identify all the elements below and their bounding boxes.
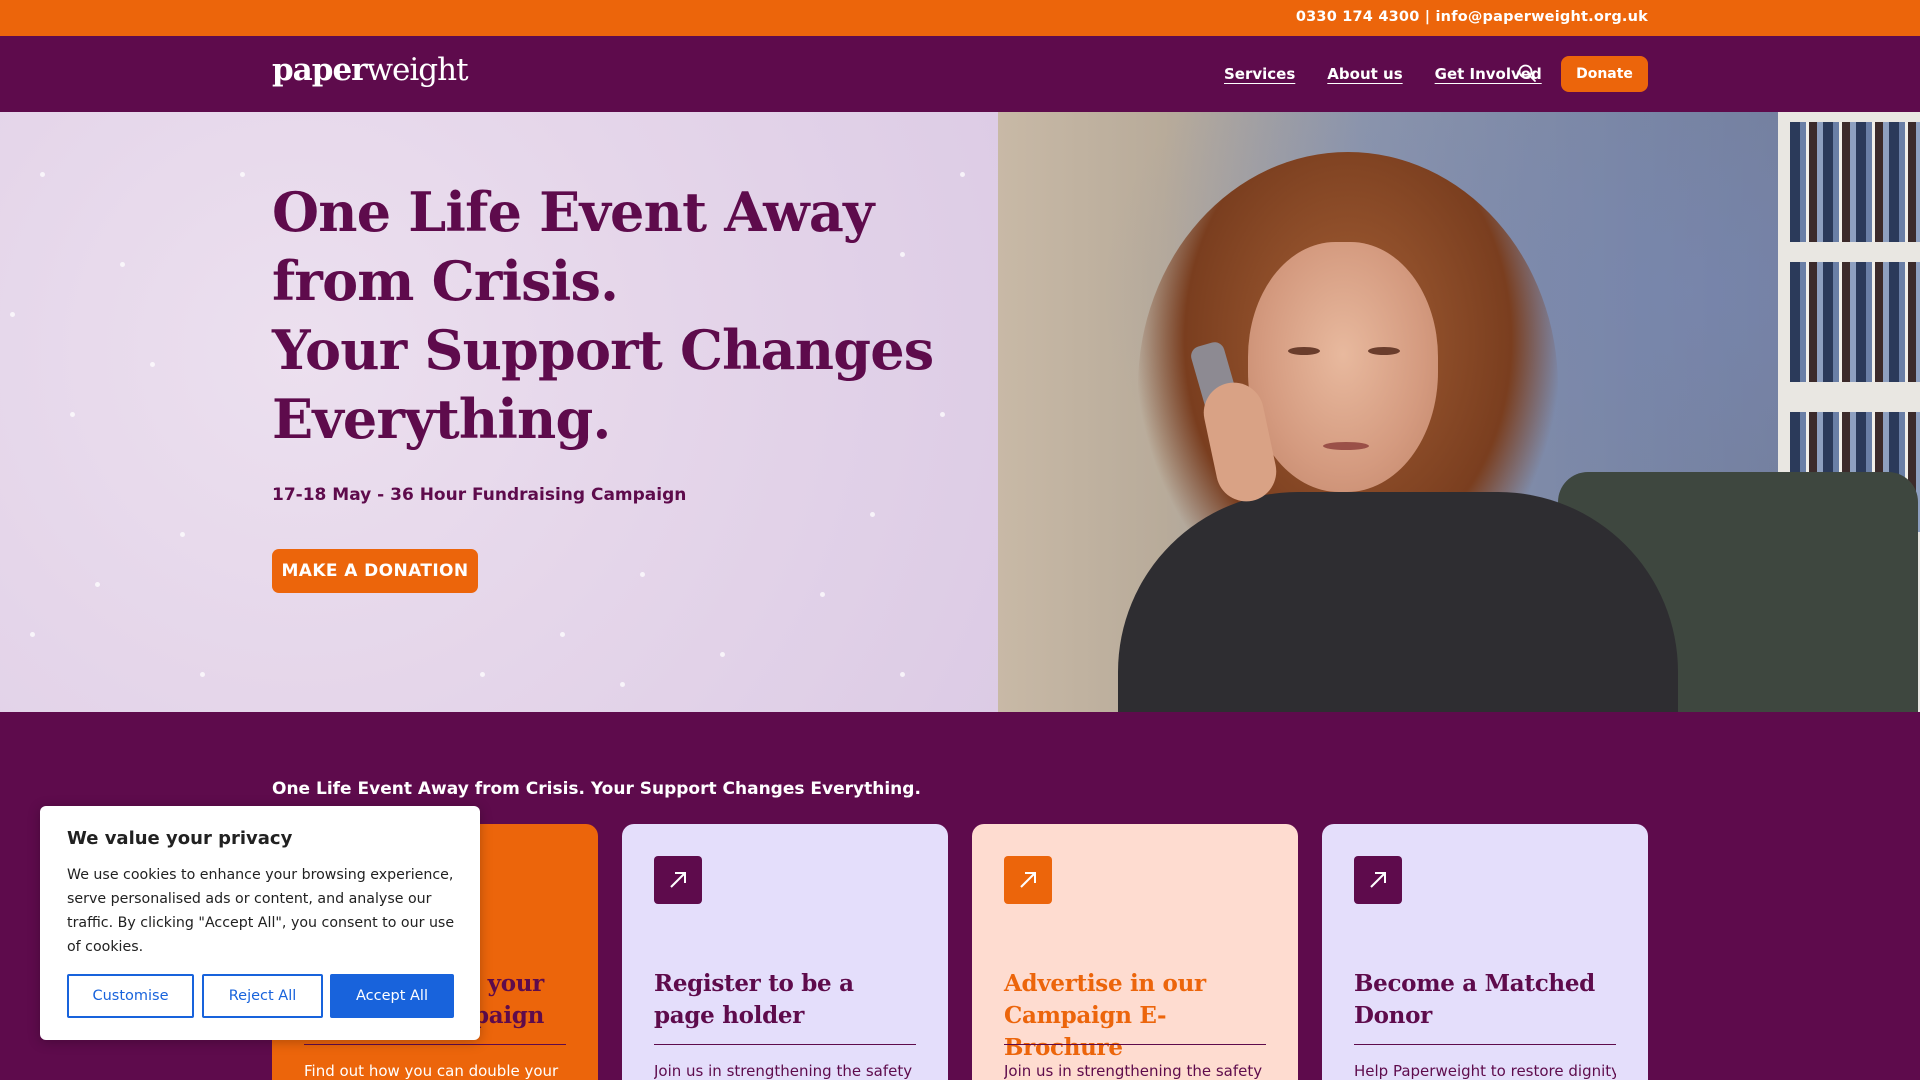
arrow-up-right-icon[interactable] [654,856,702,904]
woman-body-illustration [1118,492,1678,712]
cookie-title: We value your privacy [67,828,293,849]
nav-links: Services About us Get Involved [1224,65,1542,83]
cookie-body: We use cookies to enhance your browsing … [67,867,455,955]
logo-bold-text: paper [272,52,367,88]
search-icon[interactable] [1517,63,1537,83]
paperweight-logo[interactable]: paperweight [272,52,469,88]
card-matched-donor[interactable]: Become a Matched Donor Help Paperweight … [1322,824,1648,1080]
hero-title-line-2: from Crisis. [272,249,619,313]
nav-link-about-us[interactable]: About us [1327,65,1402,83]
card-title: Become a Matched Donor [1354,970,1595,1029]
hero-title-line-1: One Life Event Away [272,180,874,244]
cookie-consent-banner: We value your privacy We use cookies to … [40,806,480,1040]
hero-text-panel: One Life Event Away from Crisis. Your Su… [0,112,998,712]
woman-face-illustration [1248,242,1438,492]
section-heading: One Life Event Away from Crisis. Your Su… [272,779,921,799]
card-title: Register to be a page holder [654,970,854,1029]
hero-title-line-3: Your Support Changes [272,318,934,382]
contact-info[interactable]: 0330 174 4300 | info@paperweight.org.uk [1296,9,1648,25]
hero-section: One Life Event Away from Crisis. Your Su… [0,112,1920,712]
main-nav: paperweight Services About us Get Involv… [0,36,1920,112]
card-description: Help Paperweight to restore dignity, [1354,1062,1616,1080]
hero-title: One Life Event Away from Crisis. Your Su… [272,178,972,454]
reject-all-button[interactable]: Reject All [202,974,323,1018]
donate-button[interactable]: Donate [1561,56,1648,92]
card-description: Find out how you can double your [304,1062,559,1080]
card-description: Join us in strengthening the safety [654,1062,913,1080]
arrow-up-right-icon[interactable] [1004,856,1052,904]
accept-all-button[interactable]: Accept All [330,974,454,1018]
card-register-page-holder[interactable]: Register to be a page holder Join us in … [622,824,948,1080]
card-title: Advertise in our Campaign E-Brochure [1004,970,1206,1061]
top-contact-bar: 0330 174 4300 | info@paperweight.org.uk [0,0,1920,36]
customise-button[interactable]: Customise [67,974,194,1018]
hero-image [998,112,1920,712]
logo-light-text: weight [366,52,469,88]
hero-subtitle: 17-18 May - 36 Hour Fundraising Campaign [272,485,687,505]
hero-title-line-4: Everything. [272,387,611,451]
card-description: Join us in strengthening the safety [1004,1062,1263,1080]
arrow-up-right-icon[interactable] [1354,856,1402,904]
make-donation-button[interactable]: MAKE A DONATION [272,549,478,593]
nav-link-services[interactable]: Services [1224,65,1295,83]
card-advertise-brochure[interactable]: Advertise in our Campaign E-Brochure Joi… [972,824,1298,1080]
